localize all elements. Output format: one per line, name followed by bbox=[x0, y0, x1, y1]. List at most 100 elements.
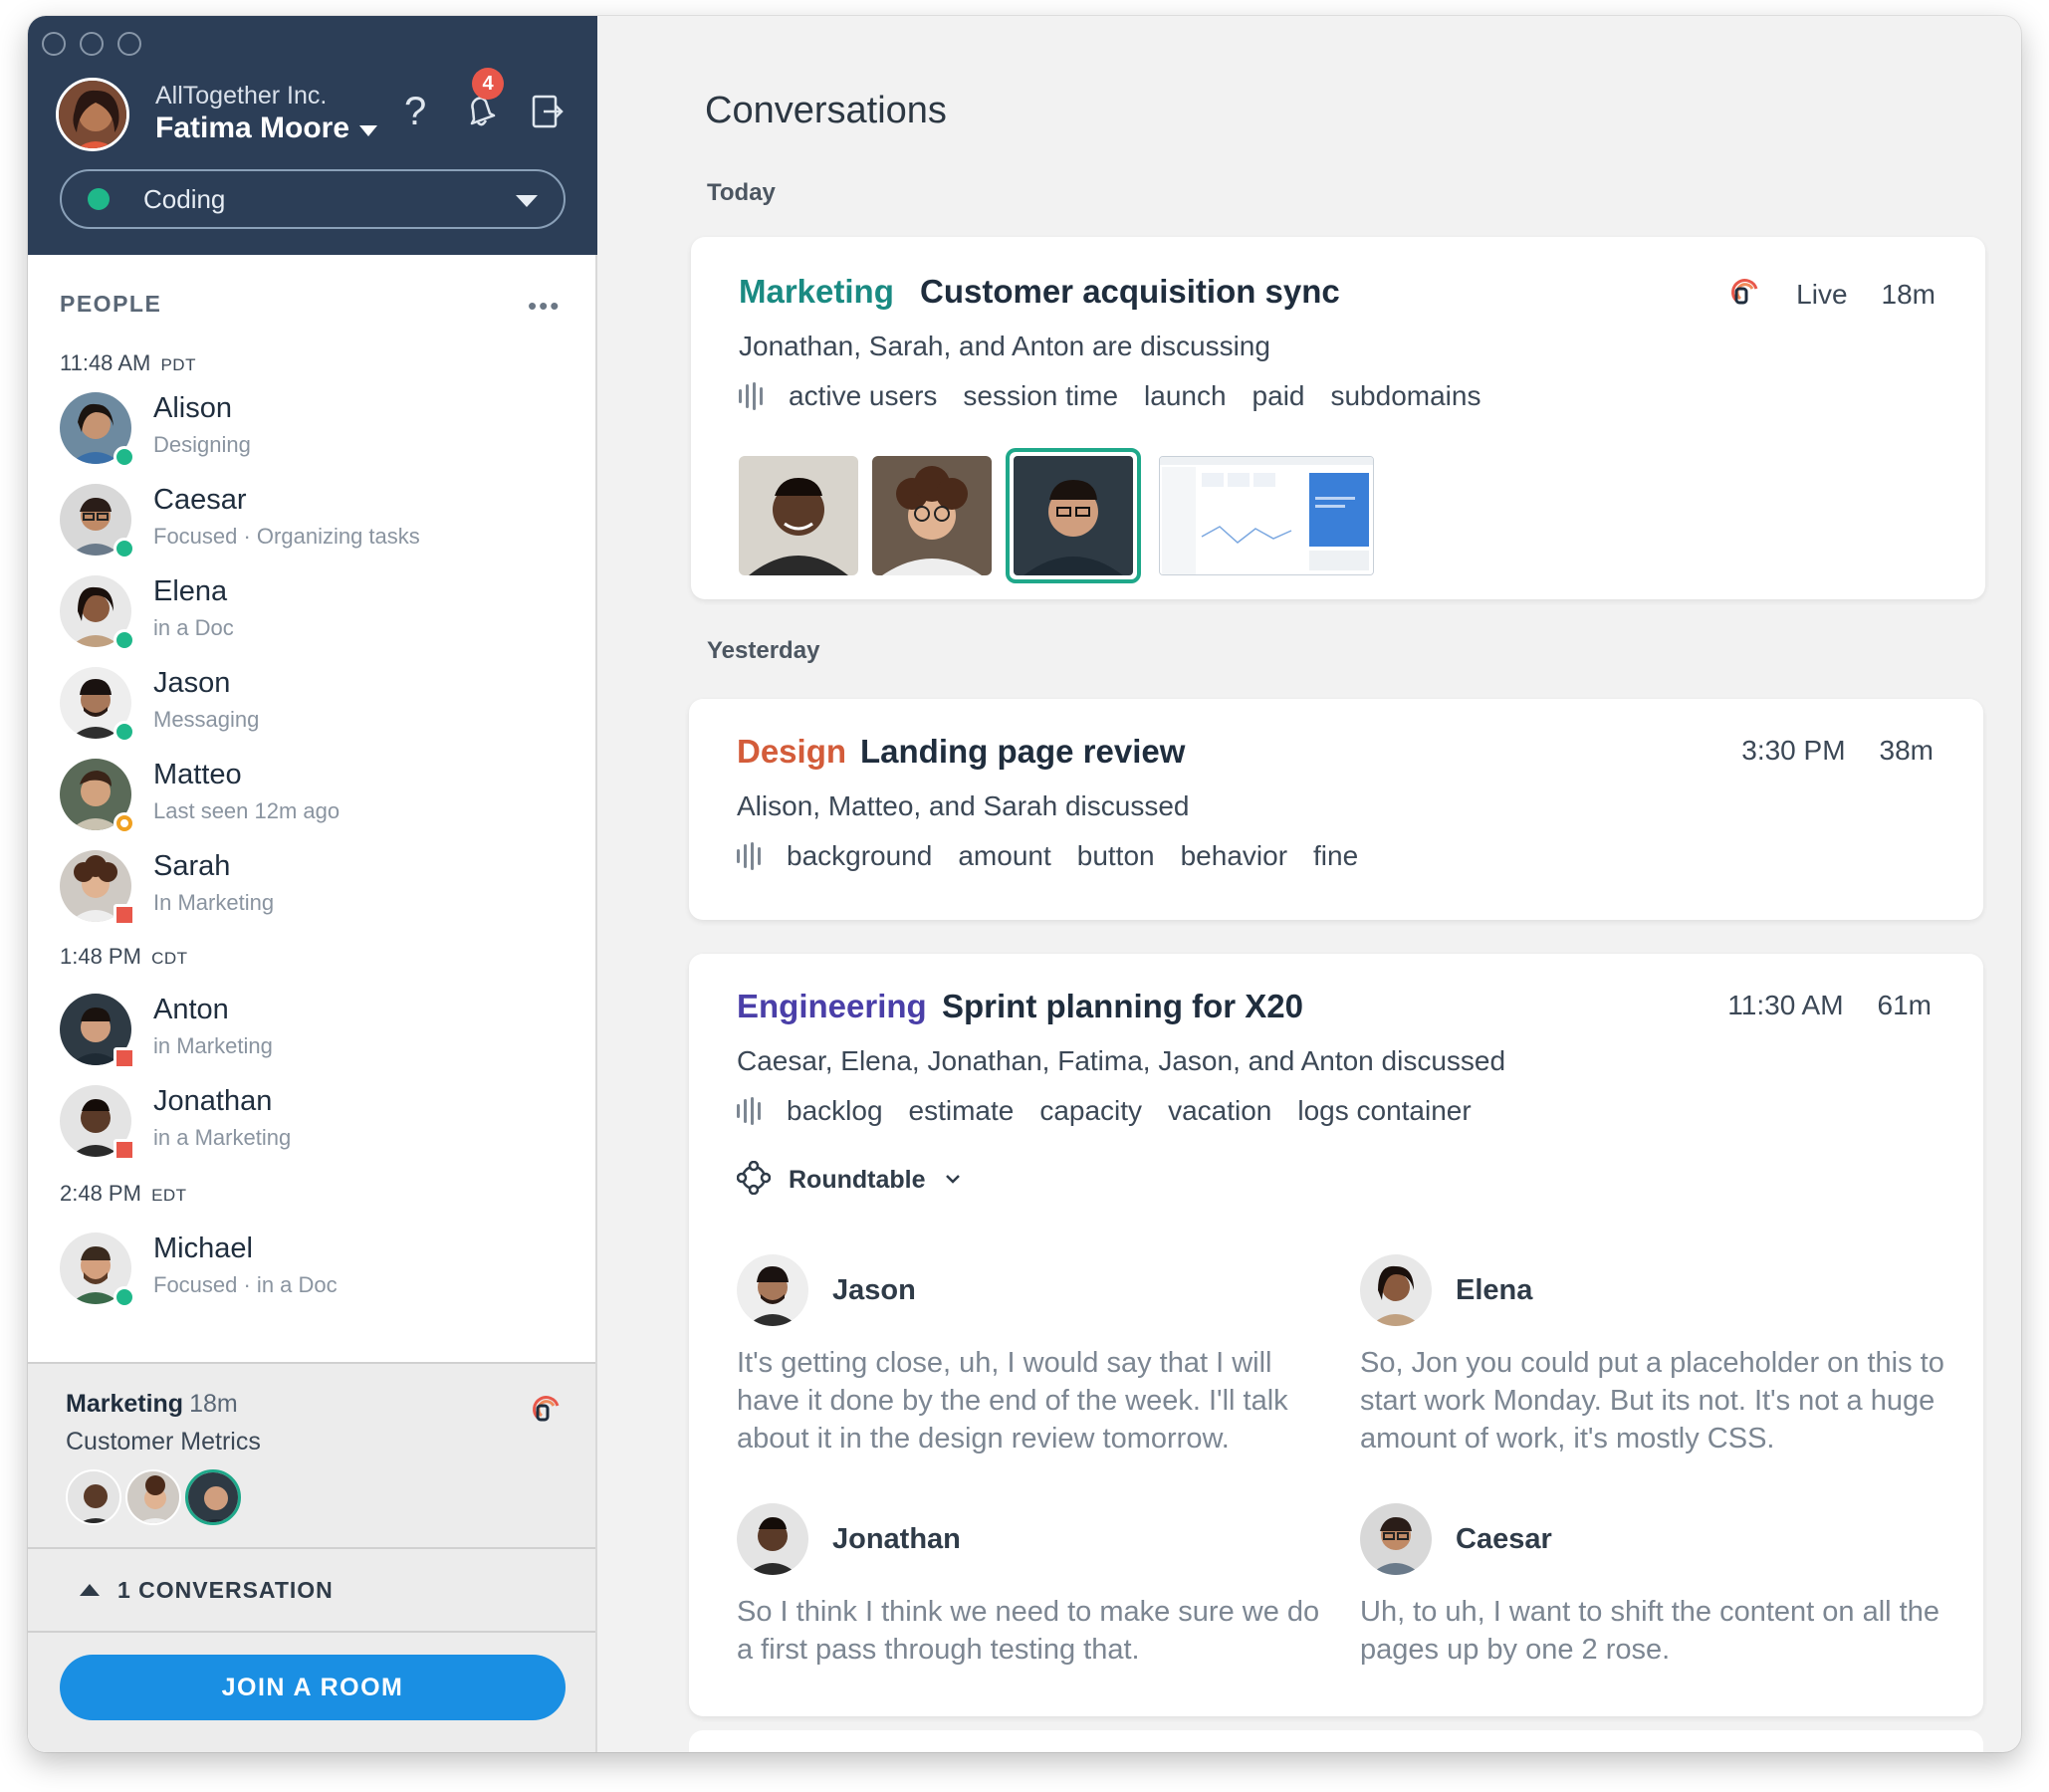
keyword: subdomains bbox=[1330, 380, 1481, 411]
person-row-jason[interactable]: Jason Messaging bbox=[60, 667, 577, 747]
participant-video[interactable] bbox=[872, 456, 992, 575]
section-today: Today bbox=[707, 179, 776, 206]
card-duration: 18m bbox=[1881, 278, 1935, 310]
card-meta: 3:30 PM 38m bbox=[1741, 735, 1934, 767]
page-title: Conversations bbox=[705, 90, 947, 131]
roundtable-toggle[interactable]: Roundtable bbox=[736, 1160, 962, 1200]
conversation-count-label: 1 CONVERSATION bbox=[117, 1576, 334, 1603]
keyword: button bbox=[1076, 840, 1155, 871]
person-status: Focused · Organizing tasks bbox=[153, 524, 420, 549]
speaker-quote: Caesar Uh, to uh, I want to shift the co… bbox=[1360, 1503, 1939, 1682]
conversation-card[interactable]: Engineering Sprint planning for X20 11:3… bbox=[689, 954, 1983, 1716]
avatar[interactable] bbox=[185, 1469, 241, 1525]
card-duration: 38m bbox=[1879, 735, 1934, 766]
conversation-count-toggle[interactable]: 1 CONVERSATION bbox=[28, 1549, 595, 1633]
card-participants: Alison, Matteo, and Sarah discussed bbox=[737, 790, 1190, 821]
help-icon[interactable]: ? bbox=[404, 92, 426, 131]
presence-busy-icon bbox=[114, 904, 135, 926]
presence-away-icon bbox=[114, 812, 135, 834]
person-row-matteo[interactable]: Matteo Last seen 12m ago bbox=[60, 759, 577, 838]
person-row-michael[interactable]: Michael Focused · in a Doc bbox=[60, 1232, 577, 1312]
person-name: Alison bbox=[153, 392, 232, 424]
sidebar: AllTogether Inc. Fatima Moore ? 4 Coding… bbox=[28, 16, 597, 1752]
active-conversation[interactable]: Marketing 18m Customer Metrics bbox=[28, 1362, 595, 1549]
person-name: Jonathan bbox=[153, 1085, 273, 1117]
person-row-caesar[interactable]: Caesar Focused · Organizing tasks bbox=[60, 484, 577, 563]
section-yesterday: Yesterday bbox=[707, 637, 820, 664]
speaker-quote: Jonathan So I think I think we need to m… bbox=[737, 1503, 1319, 1682]
presence-focused-icon bbox=[114, 538, 135, 560]
card-team: Design bbox=[737, 733, 847, 770]
status-select[interactable]: Coding bbox=[60, 169, 566, 229]
avatar bbox=[737, 1254, 808, 1326]
avatar[interactable] bbox=[56, 78, 129, 151]
keyword: capacity bbox=[1039, 1095, 1143, 1126]
person-row-sarah[interactable]: Sarah In Marketing bbox=[60, 850, 577, 930]
participant-video[interactable] bbox=[739, 456, 858, 575]
person-row-anton[interactable]: Anton in Marketing bbox=[60, 994, 577, 1073]
app-window: AllTogether Inc. Fatima Moore ? 4 Coding… bbox=[28, 16, 2021, 1752]
card-media bbox=[739, 448, 1374, 583]
conversation-card[interactable]: Design Landing page review 3:30 PM 38m A… bbox=[689, 699, 1983, 920]
presence-focused-icon bbox=[114, 1286, 135, 1308]
card-meta: 11:30 AM 61m bbox=[1727, 990, 1932, 1021]
join-room-button[interactable]: JOIN A ROOM bbox=[60, 1655, 566, 1720]
keyword: amount bbox=[958, 840, 1051, 871]
card-keywords: active users session time launch paid su… bbox=[739, 380, 1480, 412]
conversation-card-partial[interactable] bbox=[689, 1730, 1983, 1752]
keyword: fine bbox=[1313, 840, 1359, 871]
speaker-name: Elena bbox=[1456, 1274, 1533, 1306]
active-conversation-team: Marketing bbox=[66, 1390, 184, 1418]
user-name: Fatima Moore bbox=[155, 112, 350, 144]
bell-icon[interactable] bbox=[464, 94, 500, 134]
minimize-window-button[interactable] bbox=[80, 32, 104, 56]
speaker-name: Caesar bbox=[1456, 1523, 1552, 1555]
presence-online-icon bbox=[114, 446, 135, 468]
card-title: Landing page review bbox=[860, 733, 1186, 770]
timezone-zone: CDT bbox=[151, 949, 188, 968]
presence-online-icon bbox=[114, 629, 135, 651]
person-row-alison[interactable]: Alison Designing bbox=[60, 392, 577, 472]
live-icon bbox=[1730, 275, 1762, 314]
person-row-jonathan[interactable]: Jonathan in a Marketing bbox=[60, 1085, 577, 1165]
person-row-elena[interactable]: Elena in a Doc bbox=[60, 575, 577, 655]
speaker-name: Jonathan bbox=[832, 1523, 961, 1555]
speaker-text: Uh, to uh, I want to shift the content o… bbox=[1360, 1596, 1939, 1666]
avatar bbox=[1360, 1254, 1432, 1326]
screen-share-preview[interactable] bbox=[1159, 456, 1374, 575]
roundtable-icon bbox=[736, 1160, 772, 1200]
live-icon bbox=[532, 1392, 564, 1429]
card-time: 3:30 PM bbox=[1741, 735, 1846, 766]
user-menu[interactable]: Fatima Moore bbox=[155, 112, 378, 145]
zoom-window-button[interactable] bbox=[117, 32, 141, 56]
card-team: Marketing bbox=[739, 273, 894, 310]
presence-busy-icon bbox=[114, 1047, 135, 1069]
avatar[interactable] bbox=[66, 1469, 121, 1525]
timezone-zone: PDT bbox=[160, 355, 196, 374]
timezone-time: 2:48 PM bbox=[60, 1181, 141, 1206]
card-team: Engineering bbox=[737, 988, 927, 1024]
status-value: Coding bbox=[143, 183, 226, 214]
active-conversation-duration: 18m bbox=[189, 1390, 238, 1418]
person-name: Jason bbox=[153, 667, 231, 699]
status-dot-icon bbox=[88, 188, 110, 210]
presence-online-icon bbox=[114, 721, 135, 743]
leave-icon[interactable] bbox=[530, 94, 566, 134]
more-options-icon[interactable]: ••• bbox=[528, 291, 561, 322]
person-status: in a Marketing bbox=[153, 1125, 292, 1150]
card-title: Sprint planning for X20 bbox=[942, 988, 1304, 1024]
keyword: logs container bbox=[1297, 1095, 1472, 1126]
card-keywords: backlog estimate capacity vacation logs … bbox=[737, 1095, 1472, 1127]
close-window-button[interactable] bbox=[42, 32, 66, 56]
speaker-quote: Elena So, Jon you could put a placeholde… bbox=[1360, 1254, 1944, 1455]
card-participants: Caesar, Elena, Jonathan, Fatima, Jason, … bbox=[737, 1045, 1506, 1076]
speaker-text: It's getting close, uh, I would say that… bbox=[737, 1347, 1288, 1455]
audio-wave-icon bbox=[737, 1097, 761, 1125]
conversation-card[interactable]: Marketing Customer acquisition sync Live… bbox=[691, 237, 1985, 599]
audio-wave-icon bbox=[739, 382, 763, 410]
participant-video-active[interactable] bbox=[1006, 448, 1141, 583]
keyword: session time bbox=[963, 380, 1119, 411]
person-status: Designing bbox=[153, 432, 251, 457]
presence-busy-icon bbox=[114, 1139, 135, 1161]
avatar[interactable] bbox=[125, 1469, 181, 1525]
